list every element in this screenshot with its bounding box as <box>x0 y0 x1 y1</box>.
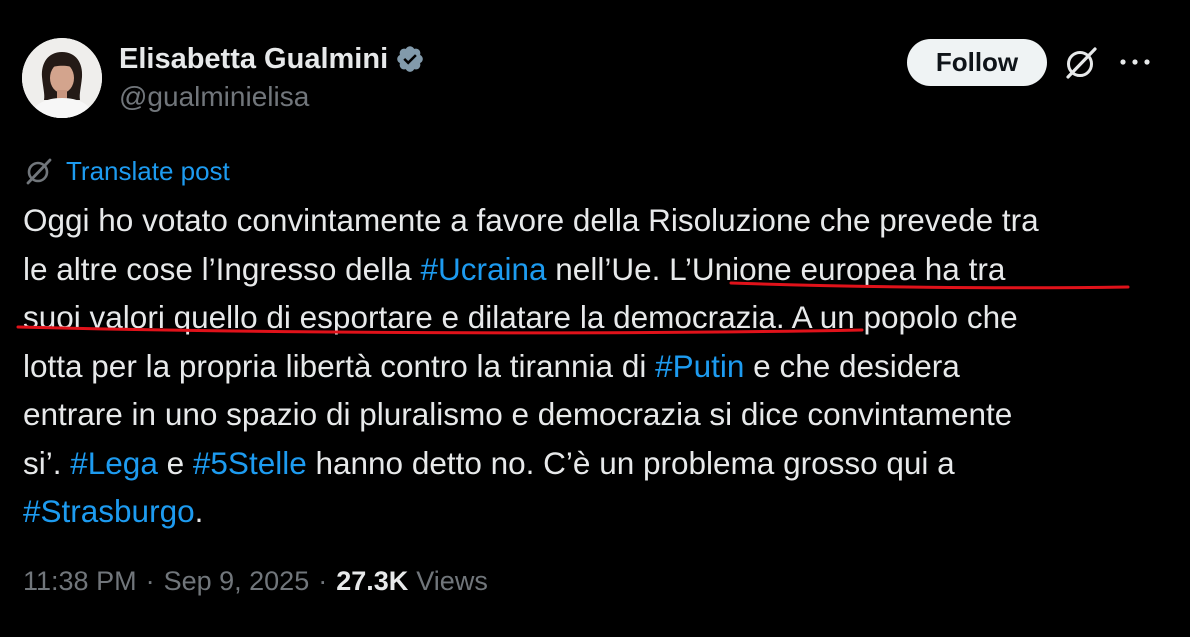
post-text-segment: le altre cose l’Ingresso della <box>23 250 421 287</box>
views-label: Views <box>416 566 488 596</box>
post-text-segment: entrare in uno spazio di pluralismo e de… <box>23 396 1013 432</box>
translate-row[interactable]: Translate post <box>24 153 230 189</box>
post-text-segment: e che desidera <box>744 347 960 384</box>
verified-badge-icon <box>397 46 423 72</box>
meta-separator: · <box>318 566 328 596</box>
author-name-row: Elisabetta Gualmini <box>119 40 425 78</box>
translate-post-link[interactable]: Translate post <box>66 156 230 187</box>
hashtag-link-strasburgo[interactable]: #Strasburgo <box>23 493 195 529</box>
post-text-segment: hanno detto no. C’è un problema grosso q… <box>306 444 955 481</box>
post-line: #Strasburgo. <box>23 487 1168 536</box>
post-date[interactable]: Sep 9, 2025 <box>164 566 310 597</box>
meta-separator: · <box>145 566 155 596</box>
post-line: Oggi ho votato convintamente a favore de… <box>23 196 1168 245</box>
more-icon[interactable] <box>1116 50 1154 74</box>
author-handle[interactable]: @gualminielisa <box>119 81 309 113</box>
translate-icon <box>26 158 52 185</box>
post-text-segment: nell’Ue. L’Unione europea ha tra <box>546 250 1006 287</box>
post-time[interactable]: 11:38 PM <box>23 566 137 597</box>
avatar-photo <box>22 38 102 118</box>
post-meta: 11:38 PM · Sep 9, 2025 · 27.3K Views <box>23 566 488 597</box>
hashtag-link-ucraina[interactable]: #Ucraina <box>420 251 546 287</box>
tweet: Elisabetta Gualmini @gualminielisa Follo… <box>0 0 1190 637</box>
post-text-segment: suoi valori quello di esportare e dilata… <box>23 299 1018 335</box>
hashtag-link-putin[interactable]: #Putin <box>655 348 744 384</box>
post-text-segment: si’. <box>23 444 71 481</box>
post-text-segment: e <box>157 444 193 481</box>
author-name[interactable]: Elisabetta Gualmini <box>119 43 388 76</box>
hashtag-link-lega[interactable]: #Lega <box>70 445 158 481</box>
post-line: entrare in uno spazio di pluralismo e de… <box>23 390 1168 439</box>
view-count[interactable]: 27.3K <box>336 566 408 597</box>
post-line: suoi valori quello di esportare e dilata… <box>23 293 1168 342</box>
post-text-segment: lotta per la propria libertà contro la t… <box>23 347 656 384</box>
post-text-segment: . <box>194 493 204 529</box>
post-line: si’. #Lega e #5Stelle hanno detto no. C’… <box>23 439 1168 488</box>
hashtag-link-5stelle[interactable]: #5Stelle <box>193 445 307 481</box>
avatar[interactable] <box>22 38 102 118</box>
post-line: lotta per la propria libertà contro la t… <box>23 342 1168 391</box>
grok-icon[interactable] <box>1062 44 1100 82</box>
follow-button[interactable]: Follow <box>907 39 1047 86</box>
post-text-segment: Oggi ho votato convintamente a favore de… <box>23 202 1039 238</box>
post-line: le altre cose l’Ingresso della #Ucraina … <box>23 245 1168 294</box>
post-text: Oggi ho votato convintamente a favore de… <box>23 196 1168 536</box>
